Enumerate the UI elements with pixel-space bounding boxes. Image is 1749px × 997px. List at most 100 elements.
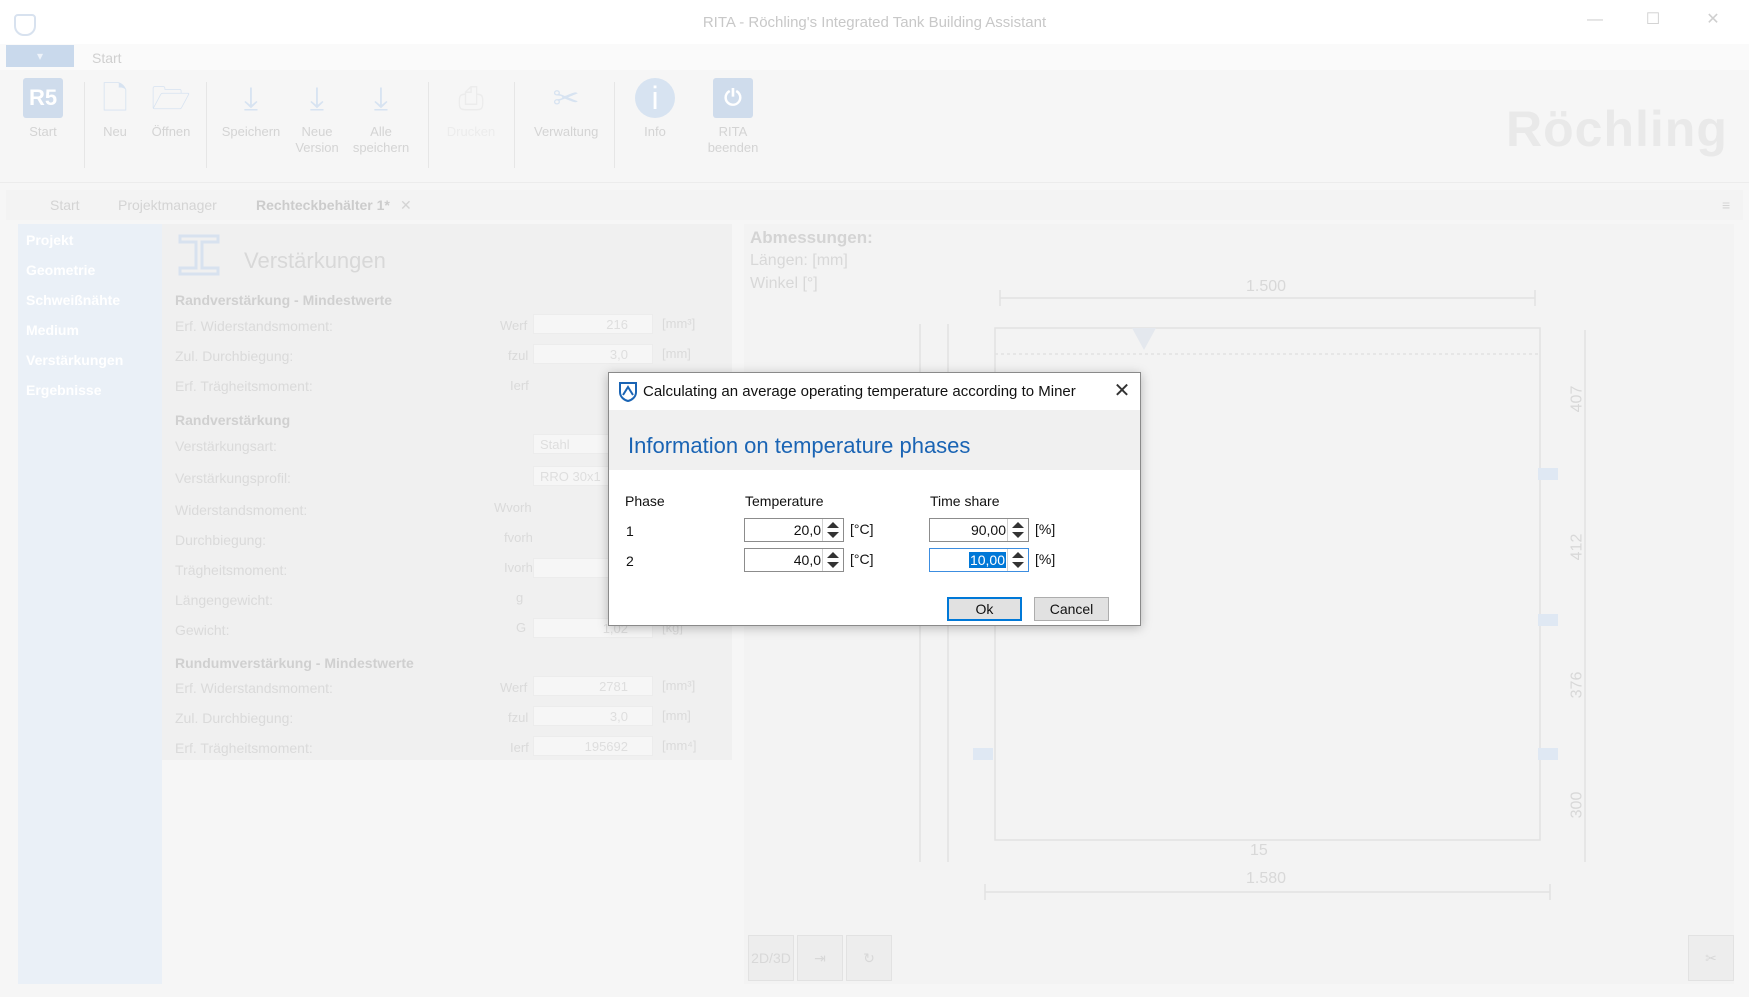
ribbon-info-button[interactable]: i Info xyxy=(624,78,686,140)
nav-item-medium[interactable]: Medium xyxy=(26,322,79,338)
left-navigation xyxy=(18,224,162,984)
info-icon: i xyxy=(635,78,675,118)
toggle-2d-3d-button[interactable]: 2D/3D xyxy=(748,935,794,981)
field-unit: [mm] xyxy=(662,708,691,723)
field-symbol: Werf xyxy=(500,318,528,333)
field-input[interactable]: 2781 xyxy=(533,676,653,696)
form-title: Verstärkungen xyxy=(244,248,386,273)
field-input[interactable]: 3,0 xyxy=(533,344,653,364)
ribbon-new-button[interactable]: 🗋 Neu xyxy=(84,78,146,140)
tab-overflow-icon[interactable]: ≡ xyxy=(1722,197,1730,213)
save-all-icon: ⤓ xyxy=(373,80,389,116)
field-input[interactable]: 216 xyxy=(533,314,653,334)
arrow-down-icon[interactable] xyxy=(1012,562,1024,568)
print-icon: ⎙ xyxy=(458,80,484,116)
field-input[interactable]: 195692 xyxy=(533,736,653,756)
stepper-arrows[interactable] xyxy=(822,549,843,571)
nav-item-reinforcements[interactable]: Verstärkungen xyxy=(26,352,123,368)
column-header-phase: Phase xyxy=(625,493,665,509)
field-unit: [mm³] xyxy=(662,316,696,331)
field-label: Zul. Durchbiegung: xyxy=(175,710,294,726)
new-file-icon: 🗋 xyxy=(102,80,128,116)
ribbon-tab-start[interactable]: Start xyxy=(92,50,122,66)
dialog-logo-icon xyxy=(619,382,637,402)
close-tab-icon[interactable]: ✕ xyxy=(400,197,412,214)
temperature-unit: [°C] xyxy=(850,551,874,567)
time-share-value-1[interactable]: 90,00 xyxy=(971,522,1006,538)
doc-tab-start[interactable]: Start xyxy=(50,197,80,213)
ribbon-start-button[interactable]: R5 Start xyxy=(12,78,74,140)
nav-item-project[interactable]: Projekt xyxy=(26,232,73,248)
arrow-up-icon[interactable] xyxy=(1012,552,1024,558)
field-symbol: fzul xyxy=(508,710,529,725)
dimensions-lengths-label: Längen: [mm] xyxy=(750,252,848,269)
field-label: Erf. Widerstandsmoment: xyxy=(175,318,333,334)
arrow-up-icon[interactable] xyxy=(827,552,839,558)
field-symbol: Ivorh xyxy=(504,560,533,575)
arrow-down-icon[interactable] xyxy=(827,562,839,568)
arrow-down-icon[interactable] xyxy=(1012,532,1024,538)
power-icon: ⏻ xyxy=(713,78,753,118)
phase-number: 2 xyxy=(626,553,634,569)
doc-tab-project-manager[interactable]: Projektmanager xyxy=(118,197,217,213)
ribbon-save-all-button[interactable]: ⤓ Alle speichern xyxy=(350,78,412,156)
dialog-heading: Information on temperature phases xyxy=(628,433,971,458)
cancel-button[interactable]: Cancel xyxy=(1034,597,1109,621)
ribbon-quit-button[interactable]: ⏻ RITA beenden xyxy=(702,78,764,156)
stepper-arrows[interactable] xyxy=(1007,549,1028,571)
field-input[interactable]: 3,0 xyxy=(533,706,653,726)
maximize-icon[interactable]: ☐ xyxy=(1638,8,1668,32)
temperature-stepper-2[interactable]: 40,0 xyxy=(744,548,844,572)
ribbon-admin-button[interactable]: ✂ Verwaltung xyxy=(534,78,598,140)
field-label: Durchbiegung: xyxy=(175,532,267,548)
ribbon-print-label: Drucken xyxy=(446,124,496,139)
arrow-down-icon[interactable] xyxy=(827,532,839,538)
temperature-value-2[interactable]: 40,0 xyxy=(794,552,821,568)
ribbon-open-button[interactable]: 🗁 Öffnen xyxy=(140,78,202,140)
close-icon[interactable]: ✕ xyxy=(1698,8,1728,32)
field-label: Längengewicht: xyxy=(175,592,274,608)
nav-item-welds[interactable]: Schweißnähte xyxy=(26,292,120,308)
save-icon: ⤓ xyxy=(243,80,259,116)
arrow-up-icon[interactable] xyxy=(827,522,839,528)
time-share-stepper-2[interactable]: 10,00 xyxy=(929,548,1029,572)
file-menu-button[interactable]: ▾ xyxy=(6,45,74,67)
ribbon-start-label: Start xyxy=(29,124,57,139)
i-beam-icon xyxy=(178,234,220,276)
ribbon-quit-label: RITA beenden xyxy=(707,124,759,155)
refresh-icon[interactable]: ↻ xyxy=(846,935,892,981)
temperature-value-1[interactable]: 20,0 xyxy=(794,522,821,538)
window-title: RITA - Röchling's Integrated Tank Buildi… xyxy=(702,14,1047,31)
ribbon-open-label: Öffnen xyxy=(151,124,191,139)
nav-item-geometry[interactable]: Geometrie xyxy=(26,262,95,278)
time-share-stepper-1[interactable]: 90,00 xyxy=(929,518,1029,542)
tools-icon: ✂ xyxy=(552,80,580,116)
dim-right-4: 300 xyxy=(1568,791,1586,819)
dialog-close-icon[interactable]: ✕ xyxy=(1109,379,1135,403)
tools-icon[interactable]: ✂ xyxy=(1688,935,1734,981)
export-icon[interactable]: ⇥ xyxy=(797,935,843,981)
stepper-arrows[interactable] xyxy=(1007,519,1028,541)
time-share-value-2[interactable]: 10,00 xyxy=(968,552,1006,568)
minimize-icon[interactable]: — xyxy=(1580,8,1610,32)
ribbon-save-all-label: Alle speichern xyxy=(352,124,410,155)
field-unit: [mm⁴] xyxy=(662,738,697,753)
doc-tab-rectangular-tank[interactable]: Rechteckbehälter 1* xyxy=(256,197,390,213)
ribbon-admin-label: Verwaltung xyxy=(534,124,599,139)
dim-small: 15 xyxy=(1250,842,1268,859)
stepper-arrows[interactable] xyxy=(822,519,843,541)
field-symbol: fvorh xyxy=(504,530,533,545)
temperature-stepper-1[interactable]: 20,0 xyxy=(744,518,844,542)
nav-item-results[interactable]: Ergebnisse xyxy=(26,382,101,398)
ribbon-save-button[interactable]: ⤓ Speichern xyxy=(220,78,282,140)
field-label: Zul. Durchbiegung: xyxy=(175,348,294,364)
ribbon-print-button[interactable]: ⎙ Drucken xyxy=(440,78,502,140)
time-share-unit: [%] xyxy=(1035,521,1056,537)
ribbon-new-version-button[interactable]: ⤓ Neue Version xyxy=(286,78,348,156)
ok-button[interactable]: Ok xyxy=(947,597,1022,621)
ribbon-info-label: Info xyxy=(644,124,666,139)
arrow-up-icon[interactable] xyxy=(1012,522,1024,528)
dimensions-angle-label: Winkel [°] xyxy=(750,275,818,292)
field-unit: [mm] xyxy=(662,346,691,361)
field-unit: [mm³] xyxy=(662,678,696,693)
